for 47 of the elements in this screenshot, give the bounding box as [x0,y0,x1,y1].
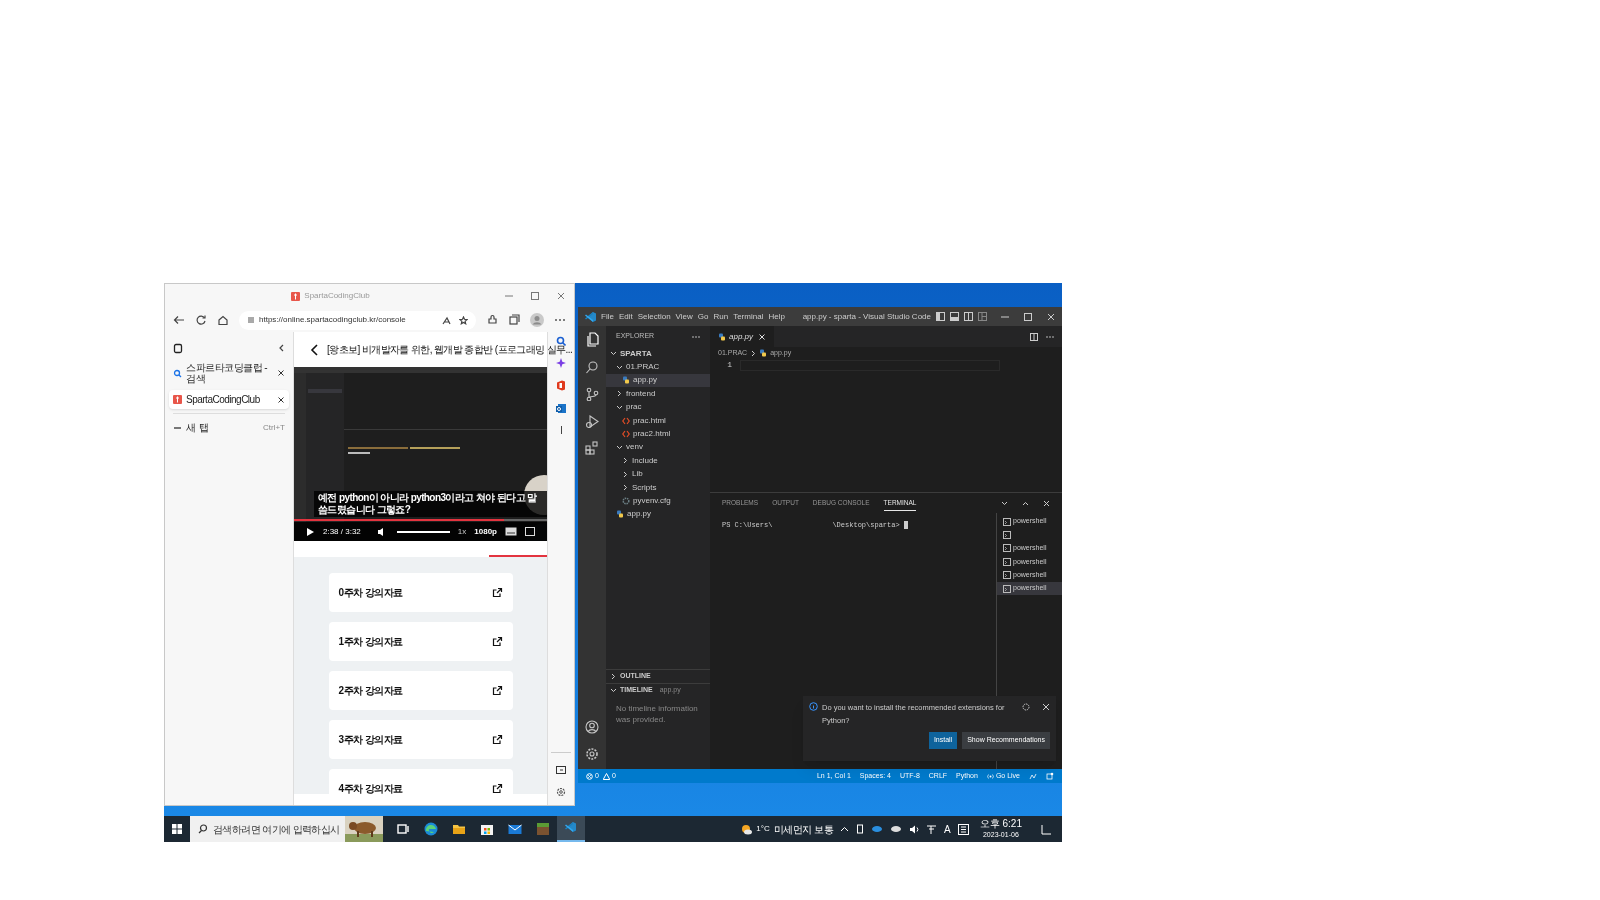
window-title: app.py - sparta - Visual Studio Code [801,310,931,323]
menu-item[interactable]: Selection [637,310,671,323]
material-card[interactable]: 3주차 강의자료 [328,720,513,759]
window-title: SpartaCodingClub [304,290,370,302]
search-field[interactable]: 검색하려면 여기에 입력하십시 [190,816,383,842]
material-card[interactable]: 2주차 강의자료 [328,671,513,710]
tree-item[interactable]: frontend [606,387,710,401]
tree-item[interactable]: prac2.html [606,427,710,441]
search-placeholder: 검색하려면 여기에 입력하십시 [213,822,340,837]
timeline-message: No timeline information was provided. [615,703,699,726]
url-text: https://online.spartacodingclub.kr/console [259,314,407,326]
tree-item[interactable]: app.py [606,373,710,388]
shortcut-text: Ctrl+T [263,421,285,434]
material-card[interactable]: 1주차 강의자료 [328,622,513,661]
quality-button[interactable]: 1080p [474,525,497,538]
menu-item[interactable]: Go [697,310,709,323]
browser-tab[interactable]: 스파르타코딩클럽 - 검색 [169,360,289,386]
input-indicator[interactable]: A [944,821,951,837]
tree-item[interactable]: pyvenv.cfg [606,494,710,508]
line-number: 1 [726,359,732,371]
menu-item[interactable]: File [601,310,614,323]
tree-item[interactable]: Lib [606,467,710,481]
tree-item[interactable]: Scripts [606,480,710,495]
tree-item[interactable]: app.py [606,507,710,522]
tree-item[interactable]: Include [606,454,710,468]
workspace-folder[interactable]: SPARTA [606,347,710,361]
course-title: [왕초보] 비개발자를 위한, 웹개발 종합반 (프로그래밍 실무... [327,343,573,357]
material-card[interactable]: 0주차 강의자료 [328,573,513,612]
menu-item[interactable]: Terminal [733,310,764,323]
weather-temperature: 1°C [756,823,770,835]
speed-button[interactable]: 1x [457,525,467,538]
video-time: 2:38 / 3:32 [323,525,361,538]
video-subtitle: 예전 python이 아니라 python3이라고 쳐야 된다고 말씀드렸습니다 그렇죠? [314,491,547,517]
new-tab-button[interactable]: 새 탭 Ctrl+T [169,418,289,437]
editor-tab[interactable]: app.py [710,326,774,347]
weather-text: 미세먼지 보통 [773,822,834,837]
tree-item[interactable]: prac [606,400,710,414]
tree-item[interactable]: 01.PRAC [606,360,710,374]
menu-item[interactable]: View [675,310,693,323]
menu-item[interactable]: Run [713,310,729,323]
tree-item[interactable]: venv [606,440,710,455]
menu-item[interactable]: Edit [618,310,633,323]
browser-tab[interactable]: SpartaCodingClub [169,390,289,409]
menu-item[interactable]: Help [768,310,785,323]
material-card[interactable]: 4주차 강의자료 [328,769,513,794]
tree-item[interactable]: prac.html [606,413,710,428]
address-bar[interactable]: https://online.spartacodingclub.kr/console [239,310,476,330]
